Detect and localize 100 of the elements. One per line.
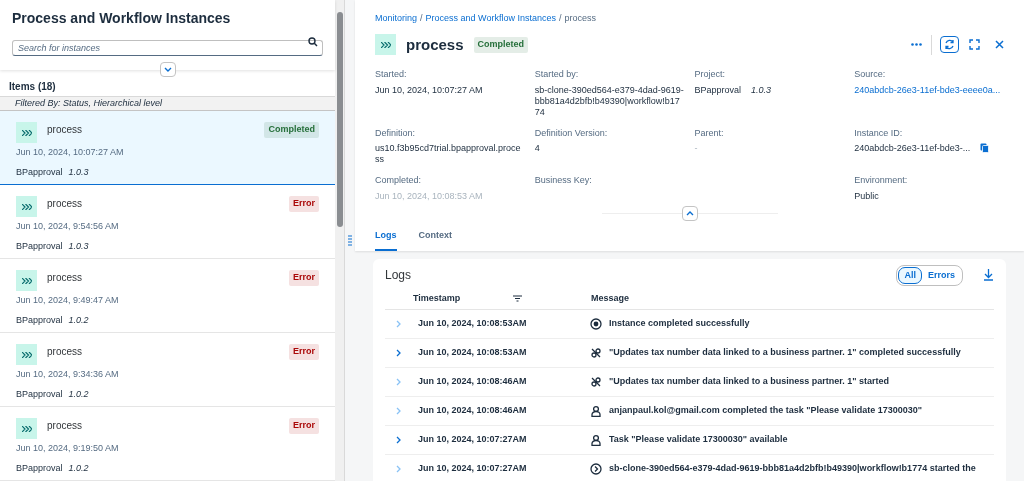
status-tag: Error: [289, 196, 319, 212]
instance-item[interactable]: process Completed Jun 10, 2024, 10:07:27 AM BPapproval 1.0.3: [0, 111, 335, 185]
instance-name: process: [47, 419, 82, 433]
log-row[interactable]: Jun 10, 2024, 10:08:53AM "Updates tax number data linked to a business partner. 1" completed successfully: [385, 339, 994, 368]
log-message: sb-clone-390ed564-e379-4dad-9619-bbb81a4d2bfb!b49390|workflow!b1774 started the: [609, 462, 976, 476]
log-row[interactable]: Jun 10, 2024, 10:08:46AM "Updates tax number data linked to a business partner. 1" started: [385, 368, 994, 397]
status-tag: Error: [289, 344, 319, 360]
project-name: BPapproval: [16, 313, 63, 327]
instance-time: Jun 10, 2024, 10:07:27 AM: [16, 146, 124, 159]
download-icon[interactable]: [983, 269, 994, 282]
detail-title: process: [406, 34, 464, 55]
log-message: "Updates tax number data linked to a business partner. 1" completed successfully: [609, 346, 961, 360]
log-message: "Updates tax number data linked to a business partner. 1" started: [609, 375, 890, 389]
log-timestamp: Jun 10, 2024, 10:08:46AM: [418, 375, 528, 389]
status-tag: Completed: [264, 122, 319, 138]
items-header: Items (18): [0, 78, 335, 97]
fullscreen-icon[interactable]: [969, 39, 980, 51]
scrollbar[interactable]: [335, 0, 344, 481]
filter-toggle[interactable]: All: [898, 266, 922, 284]
project-name: BPapproval: [16, 387, 63, 401]
field-label: Completed:: [375, 174, 422, 187]
field-label: Definition:: [375, 126, 416, 140]
refresh-button[interactable]: [940, 36, 959, 54]
search-icon[interactable]: [308, 37, 318, 47]
breadcrumb-separator: /: [419, 12, 424, 25]
breadcrumb-current: process: [564, 12, 596, 25]
field-label: Project:: [694, 68, 725, 81]
field-label: Source:: [854, 68, 886, 81]
instance-time: Jun 10, 2024, 9:34:36 AM: [16, 368, 119, 381]
refresh-icon[interactable]: [944, 39, 955, 51]
field-label: Definition Version:: [534, 126, 608, 140]
log-timestamp: Jun 10, 2024, 10:08:46AM: [418, 404, 528, 418]
project-version: 1.0.3: [68, 239, 89, 253]
status-tag: Error: [289, 270, 319, 286]
instance-name: process: [47, 197, 82, 211]
search-field[interactable]: Search for instances: [12, 40, 323, 56]
log-timestamp: Jun 10, 2024, 10:08:53AM: [418, 346, 528, 360]
field-label: Parent:: [694, 126, 724, 140]
project-name: BPapproval: [16, 165, 63, 179]
field-value: sb-clone-390ed564-e379-4dad-9619-bbb81a4d2bfb!b49390|workflow!b1774: [534, 84, 685, 118]
log-row[interactable]: Jun 10, 2024, 10:07:27AM sb-clone-390ed564-e379-4dad-9619-bbb81a4d2bfb!b49390|workflow!b1774 started the: [385, 455, 994, 481]
card-title: Logs: [385, 267, 412, 285]
person-icon: [590, 434, 602, 446]
field-value: Jun 10, 2024, 10:07:27 AM: [375, 84, 483, 96]
chevron-up-icon[interactable]: [685, 211, 694, 216]
field-label: Instance ID:: [854, 126, 903, 140]
instance-time: Jun 10, 2024, 9:19:50 AM: [16, 442, 119, 455]
log-timestamp: Jun 10, 2024, 10:07:27AM: [418, 433, 528, 447]
instance-name: process: [47, 345, 82, 359]
chevron-down-icon[interactable]: [163, 67, 172, 72]
source-link[interactable]: 240abdcb-26e3-11ef-bde3-eeee0a...: [854, 84, 1001, 96]
log-timestamp: Jun 10, 2024, 10:08:53AM: [418, 317, 528, 331]
instance-name: process: [47, 123, 82, 137]
breadcrumb-link[interactable]: Process and Workflow Instances: [425, 12, 556, 26]
process-icon: [16, 196, 37, 217]
close-icon[interactable]: [995, 40, 1004, 50]
instance-name: process: [47, 271, 82, 285]
log-row[interactable]: Jun 10, 2024, 10:08:46AM anjanpaul.kol@gmail.com completed the task "Please validate 17300030": [385, 397, 994, 426]
copy-icon[interactable]: [980, 143, 990, 153]
filter-toggle[interactable]: Errors: [922, 266, 961, 284]
process-icon: [16, 418, 37, 439]
expand-icon[interactable]: [396, 436, 401, 444]
tab[interactable]: Context: [418, 225, 452, 251]
project-version: 1.0.2: [68, 313, 89, 327]
resize-handle-icon[interactable]: [348, 234, 352, 247]
log-message: Instance completed successfully: [609, 317, 750, 331]
log-row[interactable]: Jun 10, 2024, 10:07:27AM Task "Please validate 17300030" available: [385, 426, 994, 455]
expand-icon[interactable]: [396, 349, 401, 357]
field-value: us10.f3b95cd7trial.bpapproval.process: [375, 143, 522, 165]
field-value: 4: [534, 143, 540, 154]
sort-icon[interactable]: [513, 295, 522, 302]
field-value: Jun 10, 2024, 10:08:53 AM: [375, 190, 483, 202]
person-icon: [590, 405, 602, 417]
project-version: 1.0.2: [68, 461, 89, 475]
instance-time: Jun 10, 2024, 9:49:47 AM: [16, 294, 119, 307]
status-tag: Error: [289, 418, 319, 434]
process-icon: [16, 344, 37, 365]
column-header: Timestamp: [413, 291, 462, 305]
panel-title: Process and Workflow Instances: [12, 9, 232, 28]
field-value: Public: [854, 190, 879, 202]
process-icon: [375, 34, 396, 56]
collapse-button[interactable]: [681, 206, 698, 221]
breadcrumb-separator: /: [557, 12, 563, 25]
field-label: Started by:: [534, 68, 579, 81]
segmented-control[interactable]: All Errors: [896, 264, 963, 286]
link-icon: [590, 376, 602, 388]
field-value: 240abdcb-26e3-11ef-bde3-...: [854, 143, 971, 154]
project-name: BPapproval: [16, 461, 63, 475]
tab[interactable]: Logs: [375, 225, 397, 251]
log-row[interactable]: Jun 10, 2024, 10:08:53AM Instance completed successfully: [385, 310, 994, 339]
link-icon: [590, 347, 602, 359]
project-version: 1.0.3: [751, 84, 772, 96]
field-label: Environment:: [854, 174, 908, 187]
collapse-button[interactable]: [159, 62, 176, 77]
breadcrumb-link[interactable]: Monitoring: [375, 12, 418, 26]
column-header: Message: [591, 291, 630, 305]
log-message: anjanpaul.kol@gmail.com completed the task "Please validate 17300030": [609, 404, 922, 418]
field-value: -: [694, 143, 698, 154]
process-icon: [16, 122, 37, 143]
log-message: Task "Please validate 17300030" available: [609, 433, 788, 447]
